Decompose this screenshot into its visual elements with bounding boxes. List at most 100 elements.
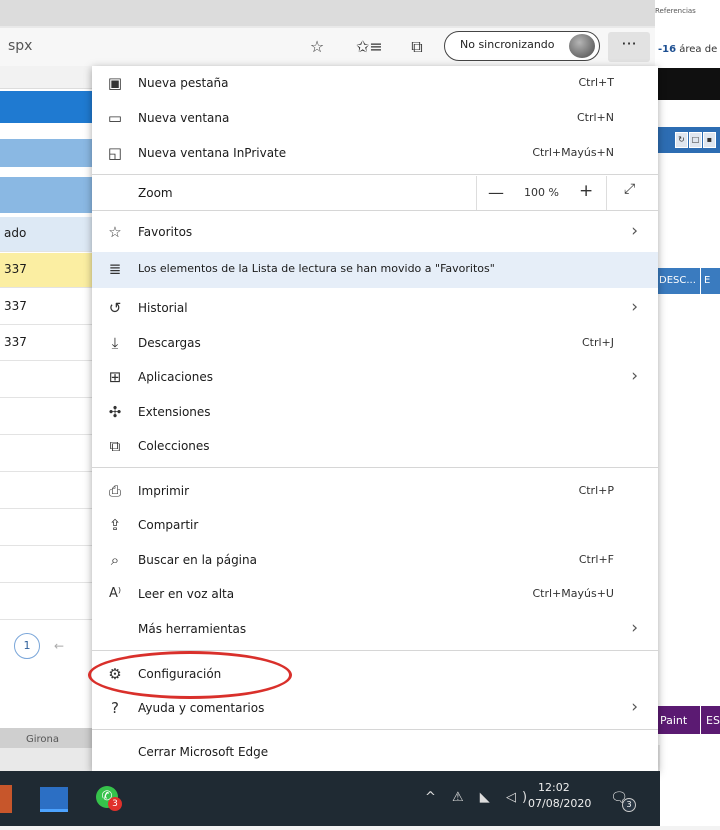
menu-item-find-on-page[interactable]: ⌕ Buscar en la página Ctrl+F [92, 543, 658, 577]
menu-item-shortcut: Ctrl+P [578, 484, 614, 497]
refresh-icon[interactable]: ↻ [675, 132, 688, 148]
menu-item-downloads[interactable]: ⤓ Descargas Ctrl+J [92, 326, 658, 360]
menu-item-history[interactable]: ↺ Historial › [92, 291, 658, 325]
url-text[interactable]: spx [8, 38, 32, 54]
menu-item-shortcut: Ctrl+F [578, 553, 614, 566]
menu-item-more-tools[interactable]: Más herramientas › [92, 612, 658, 646]
table-row [0, 548, 92, 583]
settings-and-more-button[interactable]: ··· [608, 32, 650, 62]
menu-item-label: Aplicaciones [138, 370, 213, 384]
menu-item-new-tab[interactable]: ▣ Nueva pestaña Ctrl+T [92, 66, 658, 100]
tile-divider [700, 706, 701, 734]
menu-item-label: Descargas [138, 336, 201, 350]
menu-item-new-inprivate-window[interactable]: ◱ Nueva ventana InPrivate Ctrl+Mayús+N [92, 136, 658, 170]
menu-item-zoom: Zoom [92, 176, 658, 210]
help-icon: ? [111, 699, 119, 717]
table-row[interactable]: ado [0, 217, 92, 252]
menu-item-new-window[interactable]: ▭ Nueva ventana Ctrl+N [92, 101, 658, 135]
table-row [0, 363, 92, 398]
left-table-header [0, 66, 92, 89]
pager-prev-icon[interactable]: ← [54, 639, 64, 653]
menu-divider [92, 174, 658, 175]
menu-item-extensions[interactable]: ✣ Extensiones [92, 395, 658, 429]
screen-bottom-edge [0, 826, 720, 830]
left-header-band [0, 91, 92, 123]
clock-date[interactable]: 07/08/2020 [528, 797, 591, 810]
history-icon: ↺ [108, 299, 122, 317]
es-label[interactable]: ES [706, 714, 720, 727]
menu-item-label: Compartir [138, 518, 199, 532]
menu-item-label: Más herramientas [138, 622, 247, 636]
table-row[interactable]: 337 [0, 290, 92, 325]
right-dark-bar [655, 68, 720, 100]
menu-item-label: Buscar en la página [138, 553, 257, 567]
menu-item-print[interactable]: ⎙ Imprimir Ctrl+P [92, 474, 658, 508]
clock-time[interactable]: 12:02 [538, 781, 570, 794]
profile-avatar[interactable] [569, 34, 595, 58]
fullscreen-icon[interactable]: ⤢ [624, 181, 635, 197]
star-outline-icon[interactable]: ☆ [304, 34, 330, 60]
menu-item-collections[interactable]: ⧉ Colecciones [92, 429, 658, 463]
chevron-right-icon: › [631, 697, 638, 717]
left-subheader-band [0, 139, 92, 167]
zoom-in-button[interactable]: + [579, 181, 593, 201]
menu-item-label: Nueva pestaña [138, 76, 229, 90]
desc-column-header[interactable]: DESC... E [655, 268, 720, 294]
left-column-header [0, 177, 92, 213]
menu-item-label: Nueva ventana [138, 111, 230, 125]
collections-icon[interactable]: ⧉ [404, 34, 430, 60]
menu-item-label: Colecciones [138, 439, 210, 453]
menu-divider [92, 210, 658, 211]
right-area-text: -16 área de [658, 44, 717, 55]
menu-item-favorites[interactable]: ☆ Favoritos › [92, 215, 658, 249]
chevron-right-icon: › [631, 618, 638, 638]
chevron-right-icon: › [631, 366, 638, 386]
menu-item-reading-list-notice[interactable]: ≣ Los elementos de la Lista de lectura s… [92, 252, 658, 288]
menu-item-shortcut: Ctrl+Mayús+N [532, 146, 614, 159]
taskbar-app-icon[interactable] [0, 785, 12, 813]
browser-tab-strip [0, 0, 660, 26]
table-row [0, 585, 92, 620]
panel-icon[interactable]: ▪ [703, 132, 716, 148]
extensions-icon: ✣ [108, 403, 122, 421]
menu-item-read-aloud[interactable]: A⁾ Leer en voz alta Ctrl+Mayús+U [92, 577, 658, 611]
left-footer: Girona [0, 728, 92, 748]
window-icon[interactable]: □ [689, 132, 702, 148]
zoom-out-button[interactable]: — [488, 183, 504, 202]
zoom-divider [606, 176, 607, 210]
table-row [0, 437, 92, 472]
paint-label: Paint [660, 714, 688, 727]
menu-item-label: Nueva ventana InPrivate [138, 146, 287, 160]
find-icon: ⌕ [110, 551, 120, 569]
favorites-bar-icon[interactable]: ✩≡ [356, 34, 383, 60]
chevron-right-icon: › [631, 221, 638, 241]
column-divider [700, 268, 701, 294]
menu-item-shortcut: Ctrl+N [576, 111, 614, 124]
area-number: -16 [658, 44, 677, 55]
zoom-divider [476, 176, 477, 210]
menu-divider [92, 467, 658, 468]
system-tray-icons[interactable]: ^ ⚠ ◣ ◁) [425, 790, 533, 805]
menu-item-close-edge[interactable]: Cerrar Microsoft Edge [92, 735, 658, 769]
table-row[interactable]: 337 [0, 253, 92, 288]
menu-item-label: Historial [138, 301, 188, 315]
chevron-right-icon: › [631, 297, 638, 317]
right-tab-label[interactable]: Referencias [655, 7, 696, 15]
menu-item-label: Cerrar Microsoft Edge [138, 745, 269, 759]
table-row [0, 400, 92, 435]
taskbar-window-icon[interactable] [40, 787, 68, 812]
pager-page-button[interactable]: 1 [14, 633, 40, 659]
menu-item-apps[interactable]: ⊞ Aplicaciones › [92, 360, 658, 394]
menu-item-shortcut: Ctrl+J [581, 336, 614, 349]
table-row [0, 511, 92, 546]
menu-item-label: Ayuda y comentarios [138, 701, 265, 715]
favorites-icon: ☆ [108, 223, 122, 241]
share-icon: ⇪ [108, 516, 122, 534]
new-window-icon: ▭ [107, 109, 123, 127]
table-row [0, 474, 92, 509]
table-row[interactable]: 337 [0, 326, 92, 361]
menu-divider [92, 729, 658, 730]
menu-item-label: Leer en voz alta [138, 587, 235, 601]
menu-item-share[interactable]: ⇪ Compartir [92, 508, 658, 542]
read-aloud-icon: A⁾ [108, 586, 122, 601]
